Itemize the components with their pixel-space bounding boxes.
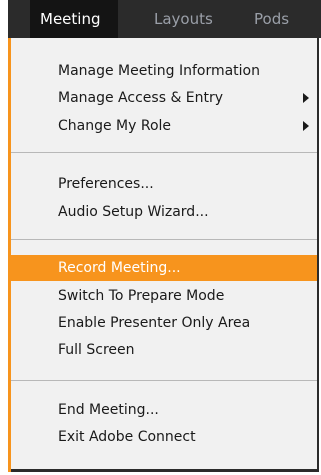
- menu-separator: [11, 239, 317, 240]
- menu-item-label: Manage Access & Entry: [58, 90, 224, 106]
- menu-item-label: Manage Meeting Information: [58, 63, 260, 79]
- menu-item-label: Switch To Prepare Mode: [58, 288, 225, 304]
- menu-meeting[interactable]: Meeting: [30, 0, 119, 38]
- menu-item-label: Change My Role: [58, 118, 172, 134]
- menu-item-manage-access-entry[interactable]: Manage Access & Entry: [11, 85, 317, 111]
- menu-item-audio-setup-wizard[interactable]: Audio Setup Wizard...: [11, 199, 317, 225]
- chevron-right-icon: [303, 93, 309, 103]
- menu-item-label: End Meeting...: [58, 402, 159, 418]
- menu-item-label: Audio Setup Wizard...: [58, 204, 209, 220]
- menu-pods[interactable]: Pods: [254, 0, 289, 38]
- menu-layouts[interactable]: Layouts: [154, 0, 213, 38]
- menu-item-exit-adobe-connect[interactable]: Exit Adobe Connect: [11, 424, 317, 450]
- menu-item-switch-to-prepare-mode[interactable]: Switch To Prepare Mode: [11, 283, 317, 309]
- menu-separator: [11, 380, 317, 381]
- meeting-dropdown-menu: Manage Meeting Information Manage Access…: [8, 38, 319, 472]
- menu-item-change-my-role[interactable]: Change My Role: [11, 113, 317, 139]
- menu-item-label: Exit Adobe Connect: [58, 429, 196, 445]
- menu-item-label: Record Meeting...: [58, 260, 181, 276]
- menu-item-full-screen[interactable]: Full Screen: [11, 337, 317, 363]
- adobe-connect-window: Meeting Layouts Pods Manage Meeting Info…: [0, 0, 321, 475]
- menu-item-label: Enable Presenter Only Area: [58, 315, 251, 331]
- menu-bar: Meeting Layouts Pods: [8, 0, 321, 38]
- menu-separator: [11, 152, 317, 153]
- menu-item-end-meeting[interactable]: End Meeting...: [11, 397, 317, 423]
- menu-item-manage-meeting-information[interactable]: Manage Meeting Information: [11, 58, 317, 84]
- menu-item-preferences[interactable]: Preferences...: [11, 171, 317, 197]
- menu-item-label: Preferences...: [58, 176, 154, 192]
- menu-item-record-meeting[interactable]: Record Meeting...: [11, 255, 317, 281]
- menu-item-label: Full Screen: [58, 342, 135, 358]
- menu-item-enable-presenter-only-area[interactable]: Enable Presenter Only Area: [11, 310, 317, 336]
- chevron-right-icon: [303, 121, 309, 131]
